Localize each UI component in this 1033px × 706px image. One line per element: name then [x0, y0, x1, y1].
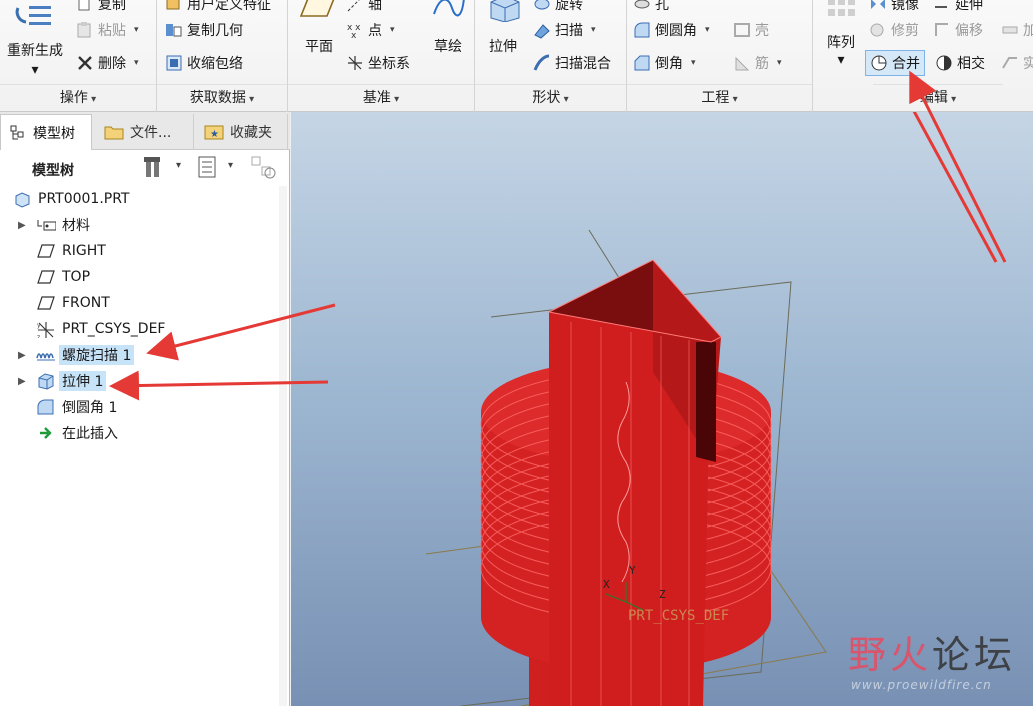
annotation-arrow-helical-sweep: [146, 303, 336, 361]
annotation-arrow-merge-button: [909, 70, 1007, 263]
annotation-overlay: [109, 70, 1007, 401]
creo-app-window: 重新生成 ▾ 复制 粘贴 ▾ 删除 ▾ 操作 用户定义特征: [0, 0, 1033, 706]
annotation-arrow-extrude: [109, 370, 329, 401]
